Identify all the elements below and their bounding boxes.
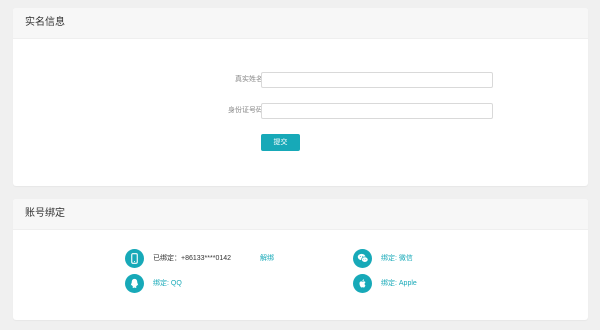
- name-input[interactable]: [261, 72, 493, 88]
- bind-wechat-link[interactable]: 绑定: 微信: [381, 254, 413, 264]
- phone-icon: [125, 249, 144, 268]
- id-number-input[interactable]: [261, 103, 493, 119]
- realname-card: 实名信息 真实姓名 身份证号码 提交: [13, 8, 588, 186]
- binding-card: 账号绑定 已绑定：+86133****0142 解绑 绑定: QQ 绑定: 微信…: [13, 199, 588, 320]
- id-row: 身份证号码: [13, 103, 588, 119]
- realname-title: 实名信息: [25, 17, 65, 28]
- wechat-icon[interactable]: [353, 249, 372, 268]
- bind-apple-link[interactable]: 绑定: Apple: [381, 279, 417, 289]
- phone-bound-status: 已绑定：+86133****0142: [153, 255, 232, 262]
- card-header: [13, 199, 588, 230]
- submit-button[interactable]: 提交: [261, 134, 300, 151]
- id-label: 身份证号码: [228, 107, 263, 114]
- bind-qq-link[interactable]: 绑定: QQ: [153, 279, 182, 289]
- card-header: [13, 8, 588, 39]
- name-row: 真实姓名: [13, 72, 588, 88]
- binding-title: 账号绑定: [25, 208, 65, 219]
- name-label: 真实姓名: [235, 76, 263, 83]
- unbind-link[interactable]: 解绑: [260, 254, 274, 264]
- apple-icon[interactable]: [353, 274, 372, 293]
- qq-icon[interactable]: [125, 274, 144, 293]
